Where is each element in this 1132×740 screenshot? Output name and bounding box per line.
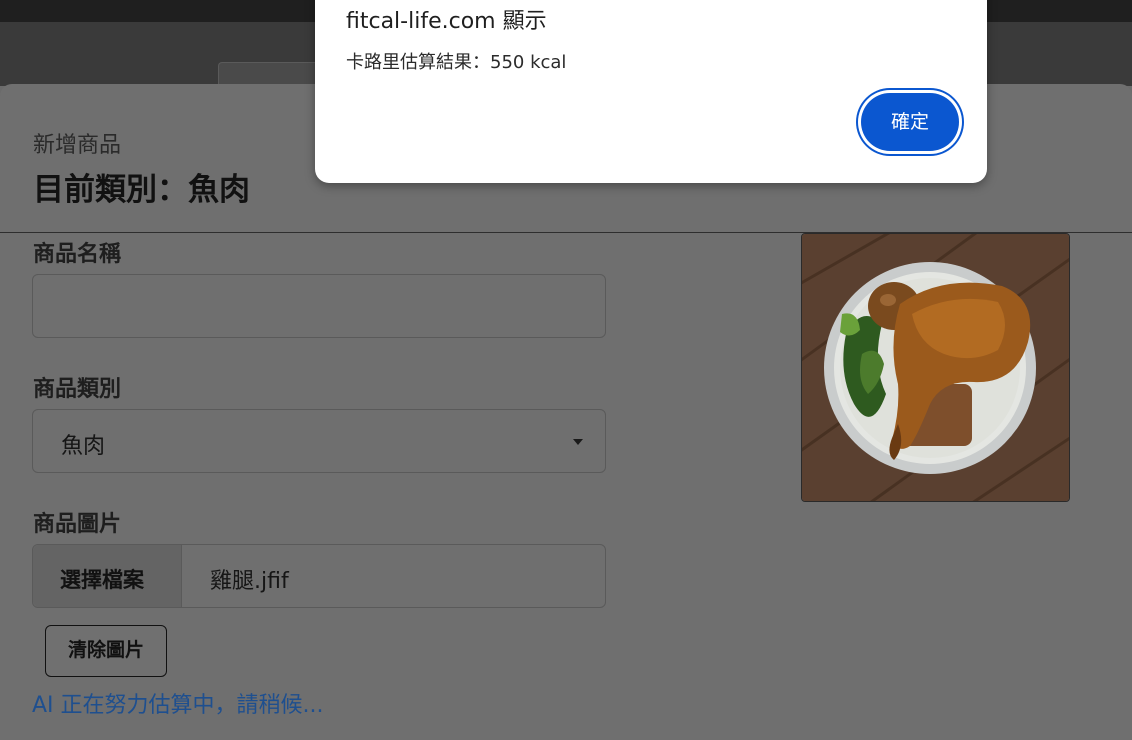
dialog-title: fitcal-life.com 顯示 [346,9,547,34]
product-image-file-input[interactable]: 選擇檔案 雞腿.jfif [32,544,606,608]
chicken-bowl-photo [802,234,1069,501]
product-image-preview [801,233,1070,502]
choose-file-label: 選擇檔案 [60,568,144,592]
category-selected-value: 魚肉 [61,434,106,459]
dialog-ok-button[interactable]: 確定 [861,93,959,151]
choose-file-button[interactable]: 選擇檔案 [33,545,182,607]
product-category-select[interactable]: 魚肉 [32,409,606,473]
product-name-label: 商品名稱 [33,242,122,267]
caret-down-icon [573,439,583,445]
product-name-input[interactable] [32,274,606,338]
product-image-label: 商品圖片 [33,512,122,537]
alert-dialog: fitcal-life.com 顯示 卡路里估算結果：550 kcal 確定 [315,0,987,183]
clear-image-button[interactable]: 清除圖片 [45,625,167,677]
modal-title: 目前類別：魚肉 [33,172,250,208]
selected-file-name: 雞腿.jfif [210,569,289,594]
product-category-label: 商品類別 [33,377,122,402]
ai-estimating-status: AI 正在努力估算中，請稍候... [32,693,324,718]
dialog-message: 卡路里估算結果：550 kcal [346,52,567,73]
modal-subtitle: 新增商品 [33,133,122,158]
